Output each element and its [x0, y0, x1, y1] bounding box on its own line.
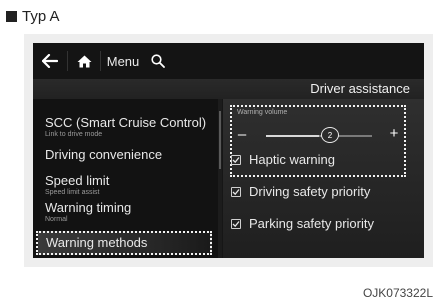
figure-caption: Typ A — [6, 7, 60, 25]
checkbox-icon[interactable] — [231, 154, 241, 165]
menu-item-warning-timing[interactable]: Warning timing Normal — [45, 200, 131, 224]
search-button[interactable] — [145, 43, 171, 79]
scrollbar-thumb[interactable] — [219, 111, 221, 169]
menu-item-label: Warning methods — [46, 235, 148, 250]
menu-item-warning-methods[interactable]: Warning methods — [36, 231, 212, 255]
menu-item-speed-limit[interactable]: Speed limit Speed limit assist — [45, 173, 109, 197]
volume-decrease-button[interactable]: – — [236, 126, 248, 143]
menu-item-scc[interactable]: SCC (Smart Cruise Control) Link to drive… — [45, 115, 206, 139]
option-label: Haptic warning — [249, 152, 335, 167]
menu-item-label: Warning timing — [45, 200, 132, 215]
menu-button[interactable]: Menu — [101, 43, 145, 79]
page-title: Driver assistance — [310, 81, 410, 96]
top-bar: Menu — [33, 43, 424, 79]
volume-slider-track[interactable] — [266, 135, 372, 137]
infotainment-screen: Menu Driver assistance SCC (Smart Cruise… — [33, 43, 424, 258]
volume-increase-button[interactable]: + — [388, 125, 400, 142]
menu-item-label: Driving convenience — [45, 147, 163, 162]
menu-item-sublabel: Normal — [45, 216, 68, 223]
menu-item-label: Speed limit — [45, 173, 110, 188]
checkbox-icon[interactable] — [231, 186, 241, 197]
home-icon — [77, 55, 91, 67]
checkbox-icon[interactable] — [231, 218, 241, 229]
option-label: Driving safety priority — [249, 184, 371, 199]
volume-slider-fill — [266, 135, 319, 137]
menu-item-label: SCC (Smart Cruise Control) — [45, 115, 207, 130]
image-code: OJK073322L — [362, 286, 433, 300]
menu-item-sublabel: Speed limit assist — [45, 189, 100, 196]
screen-bezel: Menu Driver assistance SCC (Smart Cruise… — [24, 34, 433, 267]
menu-item-sublabel: Link to drive mode — [45, 131, 103, 138]
title-bar: Driver assistance — [33, 79, 424, 99]
divider — [67, 51, 68, 71]
search-icon — [151, 54, 165, 68]
warning-volume-label: Warning volume — [237, 109, 288, 116]
option-haptic-warning[interactable]: Haptic warning — [231, 152, 335, 167]
option-driving-safety-priority[interactable]: Driving safety priority — [231, 184, 370, 199]
menu-label: Menu — [106, 53, 140, 69]
home-button[interactable] — [69, 43, 99, 79]
checkmark-icon — [232, 220, 240, 227]
option-parking-safety-priority[interactable]: Parking safety priority — [231, 216, 374, 231]
volume-slider-knob[interactable]: 2 — [321, 127, 339, 143]
caption-text: Typ A — [22, 7, 60, 25]
checkmark-icon — [232, 156, 240, 163]
menu-item-driving-convenience[interactable]: Driving convenience — [45, 147, 162, 162]
option-label: Parking safety priority — [249, 216, 374, 231]
back-button[interactable] — [33, 43, 67, 79]
black-square-icon — [6, 10, 17, 22]
checkmark-icon — [232, 188, 240, 195]
back-arrow-icon — [42, 54, 58, 68]
